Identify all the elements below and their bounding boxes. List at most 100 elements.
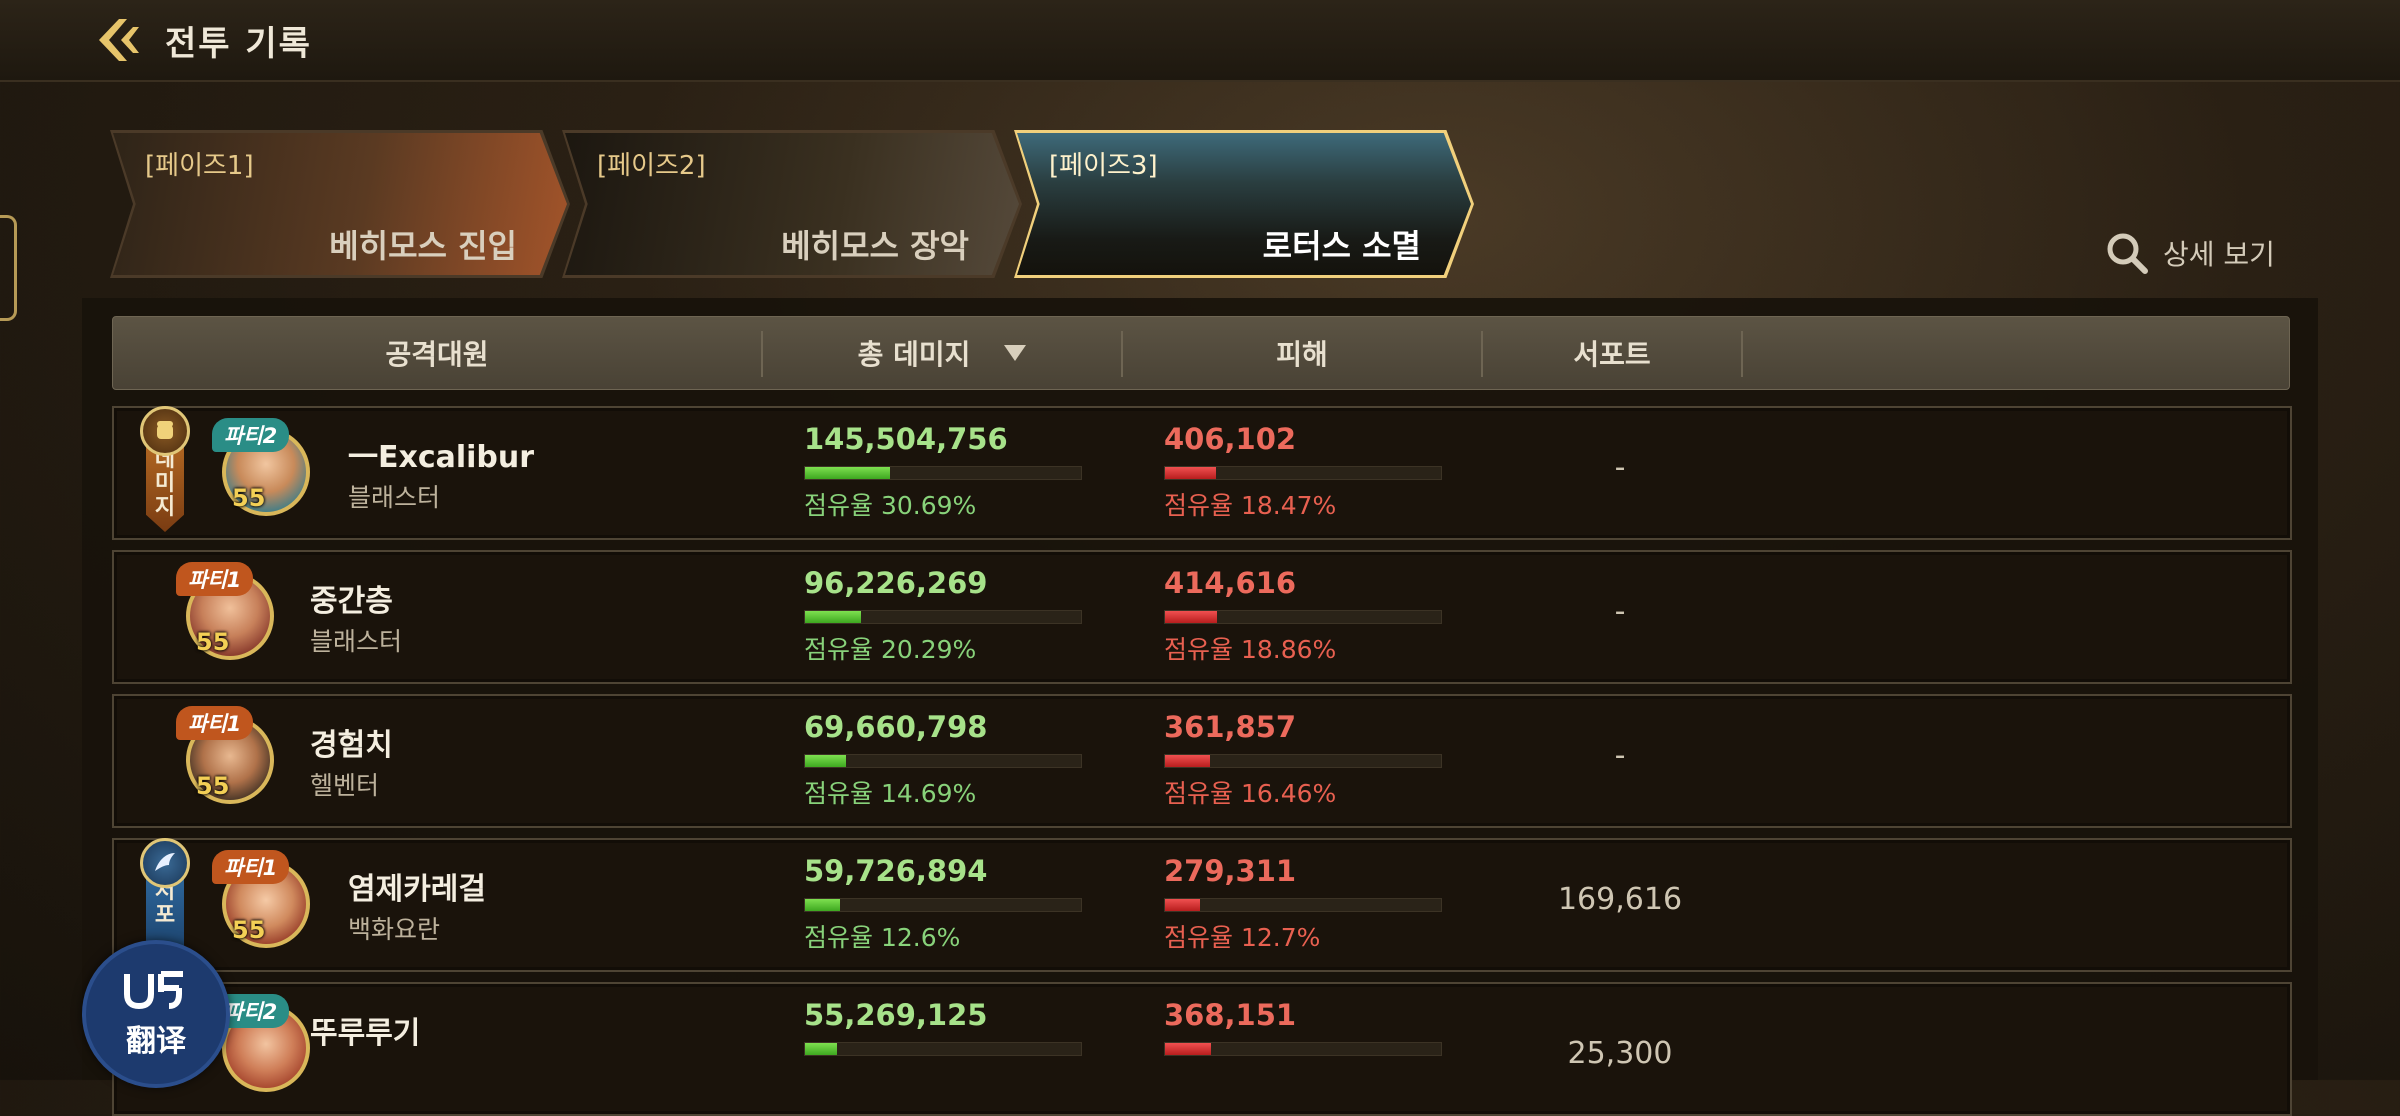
damage-value: 59,726,894: [804, 854, 988, 888]
page-title: 전투 기록: [165, 24, 312, 64]
damage-value: 55,269,125: [804, 998, 988, 1032]
badge-char: 미: [154, 471, 176, 496]
detail-view-label: 상세 보기: [2163, 238, 2275, 271]
tab-phase-name: 로터스 소멸: [1262, 227, 1421, 265]
damage-share-bar: [804, 610, 1082, 624]
damage-share-label: 점유율 12.6%: [804, 923, 961, 952]
wing-icon: [140, 838, 190, 888]
support-value: -: [1614, 738, 1626, 773]
tab-phase-1[interactable]: [페이즈1] 베히모스 진입: [110, 130, 570, 278]
damage-taken-value: 414,616: [1164, 566, 1297, 600]
damage-taken-fill: [1165, 467, 1216, 479]
party-tag: 파티1: [212, 850, 290, 884]
damage-taken-fill: [1165, 755, 1211, 767]
damage-taken-share-label: 점유율 18.47%: [1164, 491, 1337, 520]
character-class: 블래스터: [348, 483, 441, 512]
table-row[interactable]: 파티2 뚜루루기 55,269,125 368,151 25,300: [112, 982, 2292, 1116]
support-value: 25,300: [1567, 1036, 1673, 1071]
damage-value: 145,504,756: [804, 422, 1008, 456]
avatar: 파티1 55: [176, 562, 280, 666]
damage-value: 69,660,798: [804, 710, 988, 744]
character-name: 염제카레걸: [348, 872, 486, 907]
column-support-label: 서포트: [1573, 338, 1651, 371]
support-value: 169,616: [1557, 882, 1683, 917]
damage-taken-bar: [1164, 466, 1442, 480]
damage-share-label: 점유율 30.69%: [804, 491, 977, 520]
detail-view-button[interactable]: 상세 보기: [2105, 228, 2275, 278]
avatar: 파티2 55: [212, 418, 316, 522]
damage-taken-value: 279,311: [1164, 854, 1297, 888]
damage-share-fill: [805, 899, 840, 911]
character-name: 뚜루루기: [310, 1016, 421, 1051]
column-member-label: 공격대원: [385, 338, 489, 371]
damage-taken-share-label: 점유율 12.7%: [1164, 923, 1321, 952]
search-icon: [2107, 233, 2148, 274]
damage-taken-fill: [1165, 611, 1218, 623]
damage-taken-bar: [1164, 898, 1442, 912]
table-row[interactable]: 파티1 55 경험치 헬벤터 69,660,798 점유율 14.69% 361…: [112, 694, 2292, 828]
damage-share-bar: [804, 898, 1082, 912]
back-arrow-icon: [99, 19, 139, 61]
damage-share-bar: [804, 466, 1082, 480]
damage-share-fill: [805, 1043, 838, 1055]
tab-phase-name: 베히모스 진입: [329, 227, 517, 265]
damage-share-fill: [805, 467, 890, 479]
damage-taken-share-label: 점유율 16.46%: [1164, 779, 1337, 808]
party-tag: 파티1: [176, 706, 254, 740]
damage-taken-value: 368,151: [1164, 998, 1297, 1032]
character-name: 경험치: [310, 728, 393, 763]
column-support[interactable]: 서포트: [1483, 317, 1741, 389]
damage-taken-share-label: 점유율 18.86%: [1164, 635, 1337, 664]
character-class: 백화요란: [348, 915, 441, 944]
table-header: 공격대원 총 데미지 피해 서포트: [112, 316, 2290, 390]
table-row[interactable]: 파티1 55 중간층 블래스터 96,226,269 점유율 20.29% 41…: [112, 550, 2292, 684]
support-value: -: [1614, 594, 1626, 629]
damage-share-label: 점유율 20.29%: [804, 635, 977, 664]
avatar: 파티1 55: [176, 706, 280, 810]
support-value: -: [1614, 450, 1626, 485]
back-button[interactable]: [92, 14, 148, 66]
tab-phase-label: [페이즈1]: [145, 151, 254, 181]
column-damage-taken-label: 피해: [1276, 338, 1328, 371]
column-total-damage-label: 총 데미지: [857, 338, 971, 371]
badge-char: 지: [154, 495, 176, 520]
tab-phase-label: [페이즈3]: [1049, 151, 1158, 181]
translate-label: 翻译: [126, 1024, 186, 1059]
column-damage-taken[interactable]: 피해: [1123, 317, 1481, 389]
character-class: 블래스터: [310, 627, 403, 656]
character-class: 헬벤터: [310, 771, 380, 800]
top-bar: 전투 기록: [0, 0, 2400, 82]
level-label: 55: [232, 916, 266, 944]
damage-value: 96,226,269: [804, 566, 988, 600]
level-label: 55: [196, 772, 230, 800]
tab-phase-2[interactable]: [페이즈2] 베히모스 장악: [562, 130, 1022, 278]
damage-taken-bar: [1164, 610, 1442, 624]
level-label: 55: [232, 484, 266, 512]
damage-taken-value: 406,102: [1164, 422, 1297, 456]
tab-phase-3[interactable]: [페이즈3] 로터스 소멸: [1014, 130, 1474, 278]
damage-share-label: 점유율 14.69%: [804, 779, 977, 808]
side-drawer-handle[interactable]: [0, 215, 17, 321]
table-row[interactable]: 서 포 파티1 55 염제카레걸 백화요란 59,726,894 점유율 12.…: [112, 838, 2292, 972]
damage-taken-value: 361,857: [1164, 710, 1297, 744]
damage-taken-fill: [1165, 899, 1201, 911]
party-tag: 파티1: [176, 562, 254, 596]
fist-icon: [140, 406, 190, 456]
tab-phase-label: [페이즈2]: [597, 151, 706, 181]
badge-char: 포: [154, 903, 176, 928]
translate-logo-icon: [124, 971, 183, 1010]
damage-taken-fill: [1165, 1043, 1212, 1055]
damage-share-fill: [805, 611, 861, 623]
party-tag: 파티2: [212, 418, 290, 452]
damage-role-badge: 데 미 지: [140, 406, 190, 536]
damage-taken-bar: [1164, 754, 1442, 768]
damage-taken-bar: [1164, 1042, 1442, 1056]
damage-share-bar: [804, 1042, 1082, 1056]
tab-phase-name: 베히모스 장악: [781, 227, 969, 265]
level-label: 55: [196, 628, 230, 656]
damage-share-fill: [805, 755, 846, 767]
translate-button[interactable]: 翻译: [82, 940, 230, 1088]
avatar: 파티2: [212, 994, 316, 1098]
table-row[interactable]: 데 미 지 파티2 55 一Excalibur 블래스터 145,504,756…: [112, 406, 2292, 540]
column-total-damage[interactable]: 총 데미지: [763, 317, 1121, 389]
